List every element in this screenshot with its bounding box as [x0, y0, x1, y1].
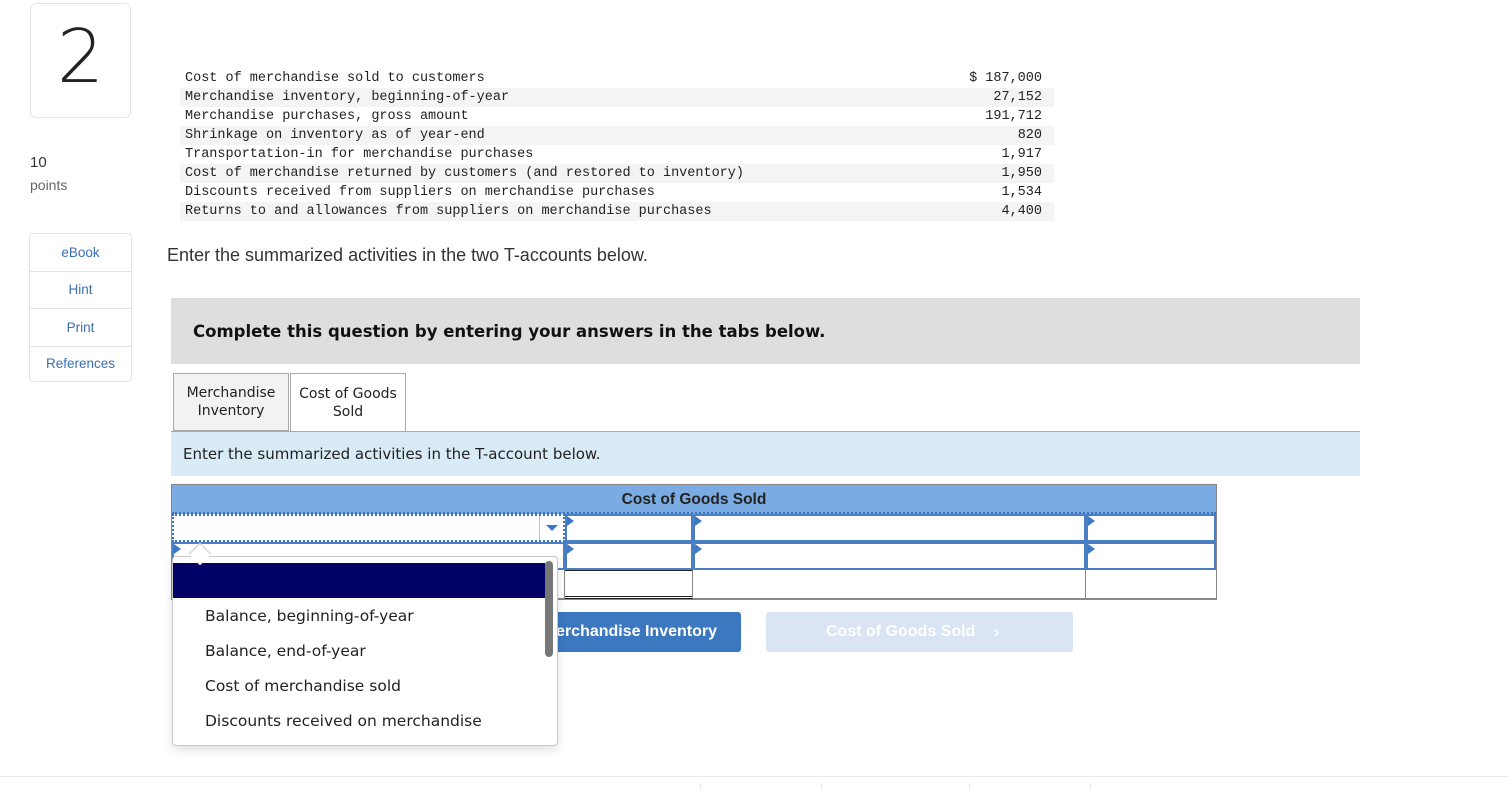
right-description-select[interactable]	[693, 514, 1087, 542]
data-value: 1,534	[1001, 185, 1042, 200]
tab-bar: Merchandise Inventory Cost of Goods Sold	[173, 373, 406, 432]
data-value: 1,950	[1001, 166, 1042, 181]
t-account-title: Cost of Goods Sold	[172, 485, 1216, 514]
question-instruction: Enter the summarized activities in the t…	[167, 245, 648, 265]
points-value: 10	[30, 154, 47, 171]
data-label: Returns to and allowances from suppliers…	[185, 204, 712, 219]
next-tab-label: Cost of Goods Sold	[826, 623, 976, 640]
data-row: Returns to and allowances from suppliers…	[180, 202, 1054, 221]
footer-separator	[1090, 783, 1091, 790]
hint-link[interactable]: Hint	[30, 272, 131, 309]
dropdown-scrollbar[interactable]	[545, 561, 553, 657]
input-flag-icon	[567, 544, 575, 554]
ebook-link[interactable]: eBook	[30, 234, 131, 272]
footer-separator	[700, 783, 701, 790]
question-number-box: 2	[30, 3, 131, 118]
input-flag-icon	[1088, 516, 1096, 526]
resource-nav: eBook Hint Print References	[29, 233, 132, 382]
input-flag-icon	[567, 516, 575, 526]
data-value: 4,400	[1001, 204, 1042, 219]
chevron-down-icon[interactable]	[539, 516, 563, 540]
input-flag-icon	[174, 544, 181, 554]
data-row: Transportation-in for merchandise purcha…	[180, 145, 1054, 164]
tab-cost-of-goods-sold[interactable]: Cost of Goods Sold	[290, 373, 406, 432]
tab-merchandise-inventory[interactable]: Merchandise Inventory	[173, 373, 289, 431]
prev-tab-button[interactable]: Merchandise Inventory	[552, 612, 741, 652]
chevron-right-icon: ›	[993, 621, 1000, 642]
data-row: Merchandise purchases, gross amount 191,7…	[180, 107, 1054, 126]
left-amount-input[interactable]	[565, 542, 694, 570]
footer-separator	[969, 783, 970, 790]
input-flag-icon	[695, 544, 703, 554]
prev-tab-label: Merchandise Inventory	[552, 623, 717, 640]
given-data-table: Cost of merchandise sold to customers $ 1…	[180, 69, 1054, 221]
input-flag-icon	[695, 516, 703, 526]
tabs-banner: Complete this question by entering your …	[171, 298, 1360, 364]
data-row: Cost of merchandise sold to customers $ 1…	[180, 69, 1054, 88]
data-value: 191,712	[985, 109, 1042, 124]
left-amount-input[interactable]	[565, 514, 694, 542]
footer-divider	[0, 776, 1509, 777]
data-label: Merchandise inventory, beginning-of-year	[185, 90, 510, 105]
references-link[interactable]: References	[30, 347, 131, 381]
data-row: Discounts received from suppliers on mer…	[180, 183, 1054, 202]
tab-panel-instruction: Enter the summarized activities in the T…	[171, 431, 1360, 476]
data-value: 1,917	[1001, 147, 1042, 162]
dropdown-option[interactable]: Balance, beginning-of-year	[173, 598, 557, 633]
data-value: 820	[1017, 128, 1042, 143]
right-total-amount	[1086, 570, 1216, 599]
data-row: Cost of merchandise returned by customer…	[180, 164, 1054, 183]
data-label: Merchandise purchases, gross amount	[185, 109, 469, 124]
data-label: Shrinkage on inventory as of year-end	[185, 128, 485, 143]
data-label: Cost of merchandise sold to customers	[185, 71, 485, 86]
right-amount-input[interactable]	[1086, 514, 1217, 542]
data-value: $ 187,000	[969, 71, 1042, 86]
data-label: Transportation-in for merchandise purcha…	[185, 147, 534, 162]
data-row: Merchandise inventory, beginning-of-year…	[180, 88, 1054, 107]
question-number: 2	[56, 13, 105, 100]
dropdown-option[interactable]: Discounts received on merchandise	[173, 703, 557, 738]
left-total-amount	[565, 570, 693, 599]
data-value: 27,152	[993, 90, 1042, 105]
dropdown-list: Balance, beginning-of-year Balance, end-…	[172, 556, 558, 746]
left-description-select[interactable]	[172, 514, 566, 542]
t-account-row	[172, 514, 1217, 542]
footer-separator	[821, 783, 822, 790]
dropdown-option[interactable]: Balance, end-of-year	[173, 633, 557, 668]
points-label: points	[30, 177, 68, 193]
next-tab-button[interactable]: Cost of Goods Sold ›	[766, 612, 1073, 652]
right-amount-input[interactable]	[1086, 542, 1217, 570]
data-label: Cost of merchandise returned by customer…	[185, 166, 744, 181]
right-total-label	[693, 570, 1087, 599]
print-link[interactable]: Print	[30, 309, 131, 347]
right-description-select[interactable]	[693, 542, 1087, 570]
dropdown-option-blank[interactable]	[173, 563, 545, 598]
data-label: Discounts received from suppliers on mer…	[185, 185, 655, 200]
input-flag-icon	[1088, 544, 1096, 554]
data-row: Shrinkage on inventory as of year-end 820	[180, 126, 1054, 145]
dropdown-option[interactable]: Cost of merchandise sold	[173, 668, 557, 703]
